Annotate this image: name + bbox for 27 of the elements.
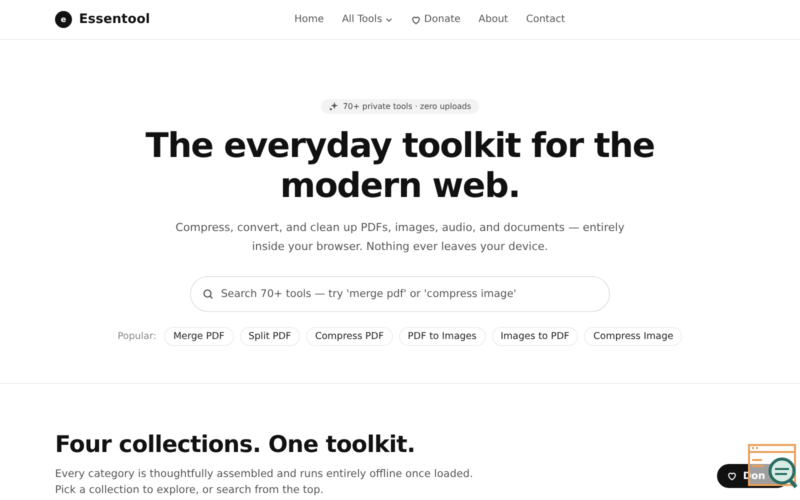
nav-label: Donate xyxy=(424,14,461,25)
nav-link[interactable]: Contact xyxy=(526,14,565,25)
nav-link[interactable]: All Tools xyxy=(342,14,394,25)
tool-chip[interactable]: Compress PDF xyxy=(306,327,393,346)
tool-chip[interactable]: Merge PDF xyxy=(164,327,234,346)
tool-chip[interactable]: PDF to Images xyxy=(398,327,486,346)
nav-link[interactable]: About xyxy=(478,14,508,25)
tool-chip[interactable]: Compress Image xyxy=(584,327,682,346)
nav-link[interactable]: Donate xyxy=(411,14,461,25)
popular-label: Popular: xyxy=(118,331,156,342)
tool-chip[interactable]: Images to PDF xyxy=(492,327,578,346)
nav-link[interactable]: Home xyxy=(294,14,324,25)
badge-text: 70+ private tools · zero uploads xyxy=(342,102,472,111)
section-title: Four collections. One toolkit. xyxy=(55,432,416,458)
logo-icon[interactable]: e xyxy=(55,11,72,28)
hero-title: The everyday toolkit for the modern web. xyxy=(144,126,656,206)
section-description: Every category is thoughtfully assembled and runs entirely offline once loaded. Pick a collection to explore, or search from the top. xyxy=(55,467,474,498)
heart-icon xyxy=(727,471,737,481)
hero-subtitle: Compress, convert, and clean up PDFs, images, audio, and documents — entirely inside your browser. Nothing ever leaves your device. xyxy=(174,220,626,255)
nav-label: All Tools xyxy=(342,14,382,25)
brand-name: Essentool xyxy=(79,12,150,27)
search-icon xyxy=(202,288,214,300)
chevron-down-icon xyxy=(385,16,394,24)
search-field[interactable]: Search 70+ tools — try 'merge pdf' or 'compress image' xyxy=(190,276,610,312)
sparkle-icon xyxy=(328,102,338,111)
heart-icon xyxy=(411,14,422,24)
tool-chip[interactable]: Split PDF xyxy=(240,327,300,346)
